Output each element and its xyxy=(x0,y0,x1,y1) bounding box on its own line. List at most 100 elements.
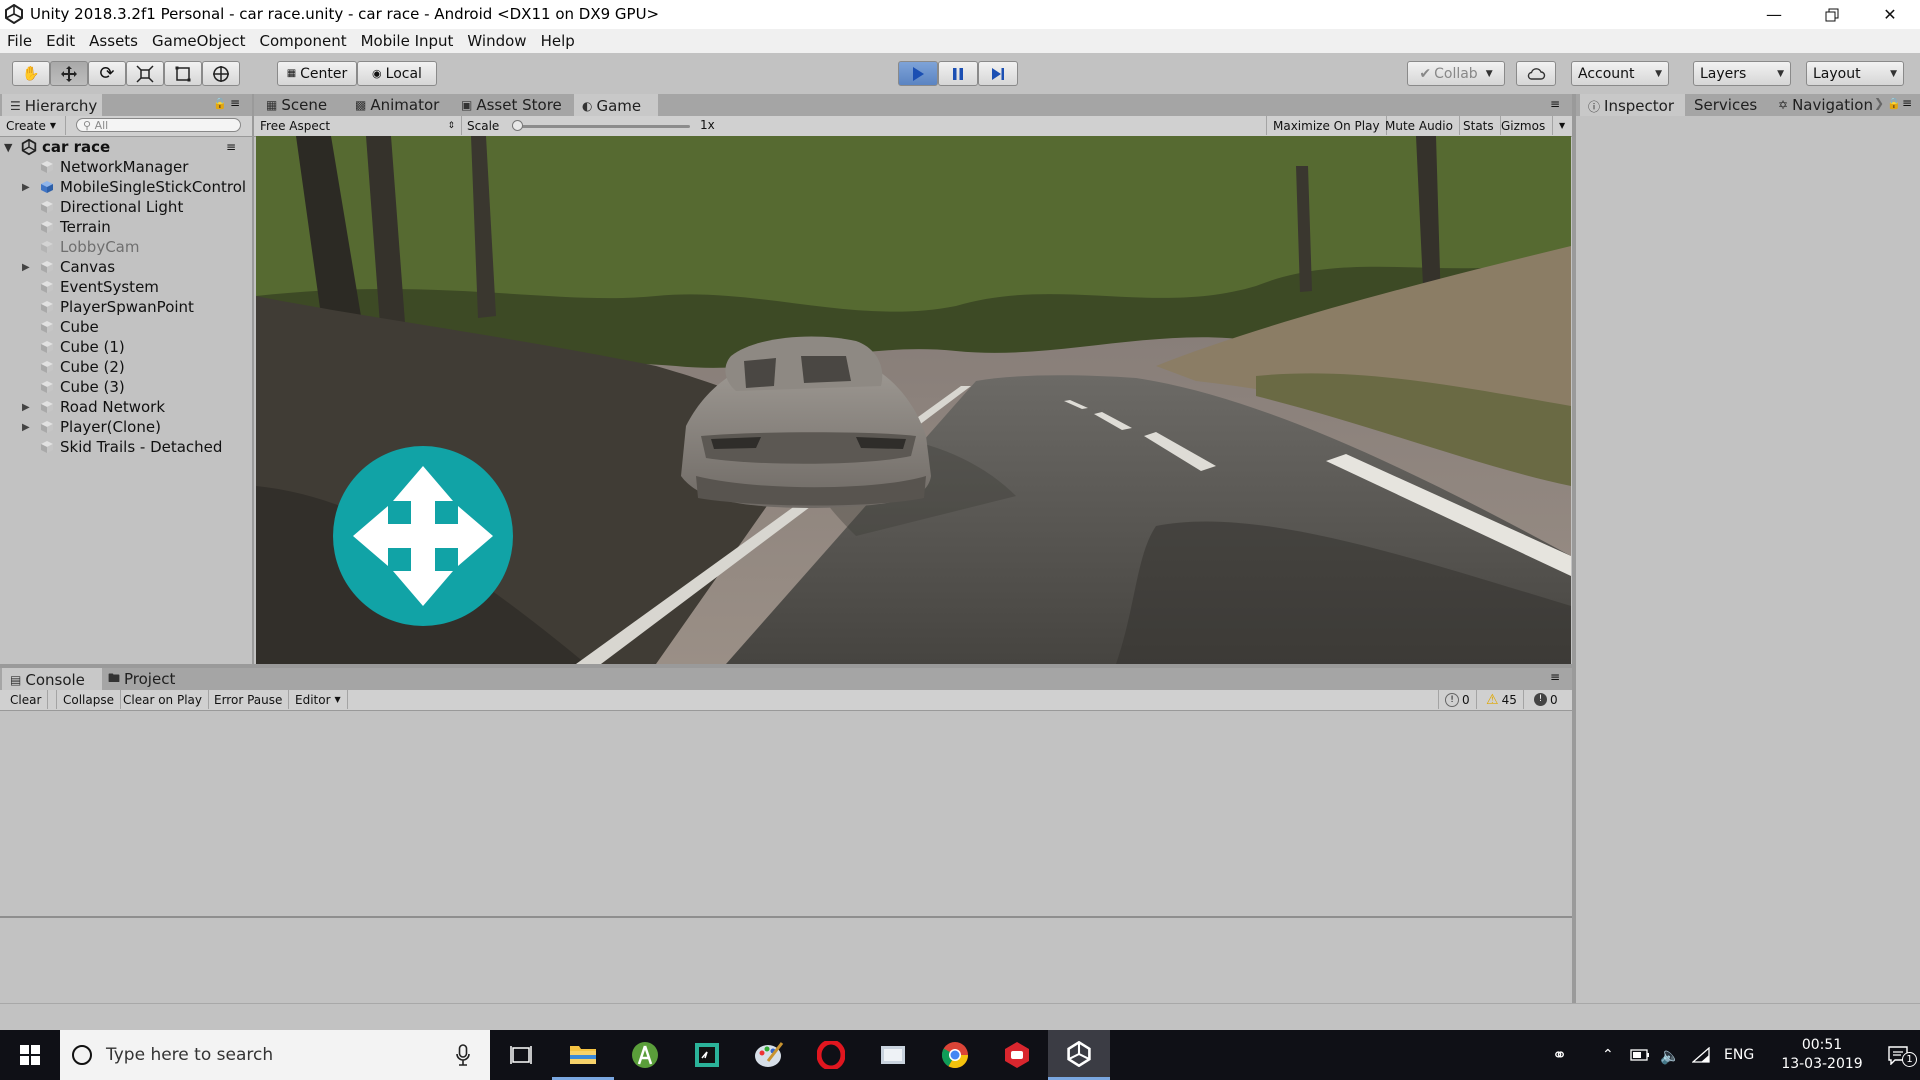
gizmos-toggle[interactable]: Gizmos xyxy=(1495,116,1551,135)
game-view[interactable] xyxy=(256,136,1571,664)
people-button[interactable]: ⚭ xyxy=(1552,1030,1567,1080)
error-pause-toggle[interactable]: Error Pause xyxy=(208,690,290,709)
expand-down-icon[interactable]: ▼ xyxy=(4,141,12,154)
hierarchy-item[interactable]: ▶ Player(Clone) xyxy=(0,417,250,437)
pause-button[interactable] xyxy=(938,61,978,86)
volume-button[interactable]: 🔈 xyxy=(1660,1030,1680,1080)
move-tool-button[interactable] xyxy=(50,61,88,86)
menu-assets[interactable]: Assets xyxy=(82,29,145,50)
hierarchy-item[interactable]: ▶ Canvas xyxy=(0,257,250,277)
scene-menu-icon[interactable]: ≡ xyxy=(226,140,236,154)
tab-animator[interactable]: ▩ Animator xyxy=(347,94,447,116)
tab-navigation[interactable]: ✡ Navigation xyxy=(1770,94,1881,116)
error-filter-toggle[interactable]: ! 0 xyxy=(1528,690,1564,709)
menu-gameobject[interactable]: GameObject xyxy=(145,29,253,50)
pivot-local-button[interactable]: ◉ Local xyxy=(357,61,437,86)
console-log-area[interactable] xyxy=(0,713,1572,1003)
action-center-button[interactable]: 1 xyxy=(1876,1030,1920,1080)
joystick-control[interactable] xyxy=(333,446,513,626)
unity-taskbar-button[interactable] xyxy=(1048,1030,1110,1080)
hierarchy-item[interactable]: Terrain xyxy=(0,217,250,237)
battery-button[interactable] xyxy=(1630,1030,1650,1080)
chevron-right-icon[interactable]: ❯ xyxy=(1872,96,1887,110)
lock-icon[interactable]: 🔒 xyxy=(213,97,227,110)
expand-arrow-icon[interactable]: ▶ xyxy=(22,182,36,193)
hierarchy-search-input[interactable]: ⚲ All xyxy=(76,118,241,132)
step-button[interactable] xyxy=(978,61,1018,86)
opera-button[interactable] xyxy=(800,1030,862,1080)
restore-button[interactable] xyxy=(1803,0,1861,29)
scene-root-row[interactable]: ▼ car race ≡ xyxy=(0,137,250,157)
info-filter-toggle[interactable]: ! 0 xyxy=(1438,690,1477,709)
panel-menu-icon[interactable]: ≡ xyxy=(1550,670,1560,684)
transform-tool-button[interactable] xyxy=(202,61,240,86)
pycharm-button[interactable] xyxy=(676,1030,738,1080)
menu-window[interactable]: Window xyxy=(460,29,533,50)
collapse-toggle[interactable]: Collapse xyxy=(56,690,121,709)
clock[interactable]: 00:51 13-03-2019 xyxy=(1768,1030,1876,1080)
scale-tool-button[interactable] xyxy=(126,61,164,86)
clear-button[interactable]: Clear xyxy=(4,690,49,709)
play-button[interactable] xyxy=(898,61,938,86)
tab-scene[interactable]: ▦ Scene xyxy=(258,94,335,116)
wifi-button[interactable] xyxy=(1692,1030,1710,1080)
menu-mobile-input[interactable]: Mobile Input xyxy=(354,29,461,50)
language-indicator[interactable]: ENG xyxy=(1724,1030,1754,1080)
hierarchy-item[interactable]: ▶ Road Network xyxy=(0,397,250,417)
gizmos-dropdown[interactable]: ▼ xyxy=(1552,116,1571,135)
hierarchy-item[interactable]: Skid Trails - Detached xyxy=(0,437,250,457)
show-hidden-icons-button[interactable]: ⌃ xyxy=(1602,1030,1614,1080)
hierarchy-item[interactable]: Cube (1) xyxy=(0,337,250,357)
file-explorer-button[interactable] xyxy=(552,1030,614,1080)
tab-services[interactable]: Services xyxy=(1686,94,1765,116)
android-studio-button[interactable] xyxy=(614,1030,676,1080)
panel-menu-icon[interactable]: ≡ xyxy=(1902,96,1912,110)
menu-help[interactable]: Help xyxy=(534,29,582,50)
hierarchy-item[interactable]: ▶ MobileSingleStickControl xyxy=(0,177,250,197)
menu-file[interactable]: File xyxy=(0,29,39,50)
pivot-center-button[interactable]: ▦ Center xyxy=(277,61,357,86)
clear-on-play-toggle[interactable]: Clear on Play xyxy=(117,690,209,709)
explorer-folder-button[interactable] xyxy=(862,1030,924,1080)
chrome-button[interactable] xyxy=(924,1030,986,1080)
hierarchy-item[interactable]: Directional Light xyxy=(0,197,250,217)
panel-divider[interactable] xyxy=(252,94,254,664)
tab-inspector[interactable]: ⓘ Inspector xyxy=(1580,94,1685,116)
scale-slider-track[interactable] xyxy=(512,125,690,128)
microphone-icon[interactable] xyxy=(456,1044,470,1066)
start-button[interactable] xyxy=(0,1030,60,1080)
hierarchy-item[interactable]: NetworkManager xyxy=(0,157,250,177)
hierarchy-item[interactable]: Cube xyxy=(0,317,250,337)
console-splitter[interactable] xyxy=(0,916,1572,918)
hierarchy-item[interactable]: PlayerSpwanPoint xyxy=(0,297,250,317)
hierarchy-item[interactable]: EventSystem xyxy=(0,277,250,297)
hierarchy-item[interactable]: Cube (2) xyxy=(0,357,250,377)
menu-edit[interactable]: Edit xyxy=(39,29,82,50)
warning-filter-toggle[interactable]: ⚠ 45 xyxy=(1480,690,1524,709)
hierarchy-item[interactable]: Cube (3) xyxy=(0,377,250,397)
taskbar-search-box[interactable]: Type here to search xyxy=(60,1030,490,1080)
tab-project[interactable]: 🖿 Project xyxy=(100,668,183,690)
hand-tool-button[interactable]: ✋ xyxy=(12,61,50,86)
panel-divider[interactable] xyxy=(0,664,1572,668)
rect-tool-button[interactable] xyxy=(164,61,202,86)
expand-arrow-icon[interactable]: ▶ xyxy=(22,422,36,433)
expand-arrow-icon[interactable]: ▶ xyxy=(22,262,36,273)
panel-divider[interactable] xyxy=(1572,94,1576,1003)
panel-menu-icon[interactable]: ≡ xyxy=(1550,97,1560,111)
cloud-button[interactable] xyxy=(1516,61,1556,86)
tab-console[interactable]: ▤ Console xyxy=(2,668,102,690)
tab-hierarchy[interactable]: ☰ Hierarchy xyxy=(2,94,102,116)
rotate-tool-button[interactable]: ⟳ xyxy=(88,61,126,86)
expand-arrow-icon[interactable]: ▶ xyxy=(22,402,36,413)
hierarchy-item[interactable]: LobbyCam xyxy=(0,237,250,257)
panel-menu-icon[interactable]: ≡ xyxy=(230,96,240,110)
scale-slider-thumb[interactable] xyxy=(512,120,523,131)
close-button[interactable]: ✕ xyxy=(1861,0,1919,29)
tab-game[interactable]: ◐ Game xyxy=(574,94,658,116)
paint-button[interactable] xyxy=(738,1030,800,1080)
account-dropdown[interactable]: Account ▼ xyxy=(1571,61,1669,86)
collab-dropdown[interactable]: ✔ Collab ▼ xyxy=(1407,61,1505,86)
aspect-dropdown[interactable]: Free Aspect ⇕ xyxy=(254,116,462,135)
tab-asset-store[interactable]: ▣ Asset Store xyxy=(453,94,570,116)
